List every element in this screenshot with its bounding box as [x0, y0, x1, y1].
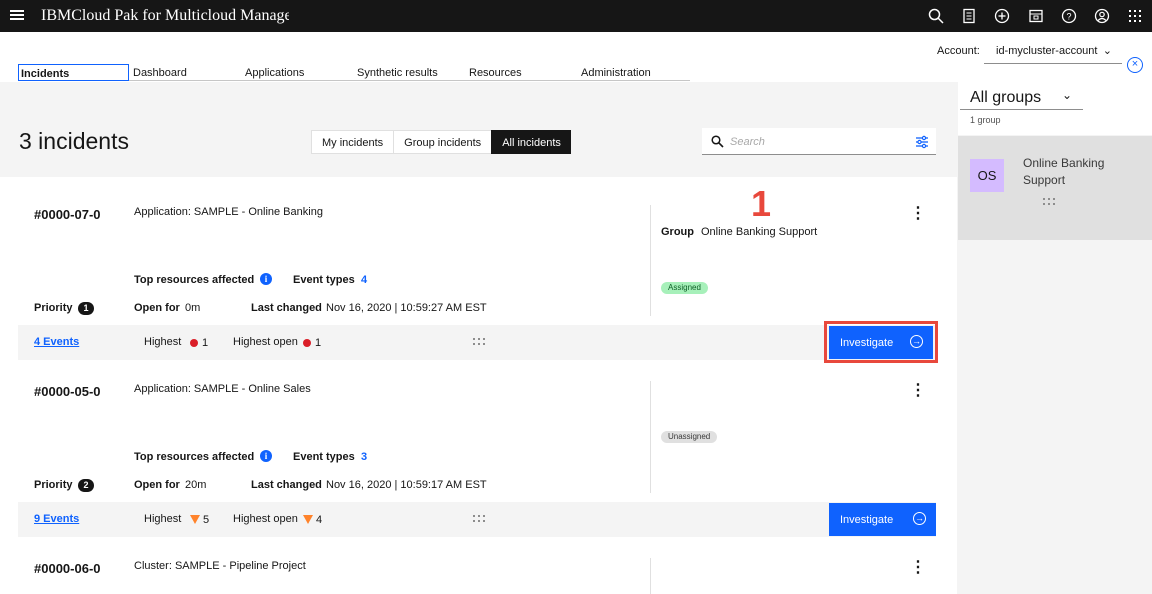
investigate-button[interactable]: Investigate → — [829, 503, 936, 536]
arrow-right-icon: → — [910, 335, 923, 348]
search-icon — [711, 135, 724, 148]
group-avatar: OS — [970, 159, 1004, 192]
highest-open-label: Highest open — [233, 336, 298, 348]
chevron-down-icon: ⌄ — [1102, 45, 1112, 57]
incident-id[interactable]: #0000-05-0 — [34, 384, 101, 399]
incident-filter-switcher: My incidents Group incidents All inciden… — [311, 130, 571, 154]
open-for-label: Open for — [134, 302, 180, 314]
event-types-count: 3 — [361, 451, 368, 463]
major-severity-icon — [190, 515, 200, 524]
open-for-label: Open for — [134, 479, 180, 491]
tab-incidents[interactable]: Incidents — [18, 64, 129, 81]
filter-my-incidents[interactable]: My incidents — [311, 130, 394, 154]
last-changed-label: Last changed — [251, 479, 322, 491]
group-card-name: Online Banking Support — [1023, 156, 1105, 187]
top-bar: IBMCloud Pak for Multicloud Managem ? — [0, 0, 1152, 32]
filter-settings-icon[interactable] — [915, 135, 929, 149]
groups-select[interactable]: All groups ⌄ — [960, 86, 1083, 110]
overflow-menu-icon[interactable]: ⋮ — [910, 560, 926, 576]
info-icon[interactable]: i — [260, 450, 272, 462]
app-switcher-icon[interactable] — [1127, 8, 1143, 24]
search-box: Search — [702, 128, 936, 155]
top-resources-label: Top resources affected — [134, 451, 255, 463]
highest-value: 1 — [202, 337, 209, 349]
overflow-menu-icon[interactable]: ⋮ — [910, 206, 926, 222]
divider — [650, 205, 651, 316]
incident-application: Application: SAMPLE - Online Banking — [134, 206, 323, 218]
last-changed-label: Last changed — [251, 302, 322, 314]
tab-administration[interactable]: Administration — [579, 64, 651, 81]
priority-badge: 2 — [78, 479, 94, 492]
critical-severity-icon — [303, 339, 311, 347]
open-for-value: 20m — [185, 479, 207, 491]
priority-label: Priority — [34, 302, 73, 314]
highest-value: 5 — [203, 514, 210, 526]
tab-dashboard[interactable]: Dashboard — [131, 64, 187, 81]
drag-handle-icon[interactable] — [473, 515, 487, 525]
add-circle-icon[interactable] — [994, 8, 1010, 24]
investigate-button-label: Investigate — [840, 514, 894, 526]
step-annotation-number: 1 — [751, 183, 772, 224]
tab-resources[interactable]: Resources — [467, 64, 522, 81]
last-changed-value: Nov 16, 2020 | 10:59:27 AM EST — [326, 302, 487, 314]
open-for-value: 0m — [185, 302, 201, 314]
divider — [650, 381, 651, 493]
group-value: Online Banking Support — [701, 226, 818, 238]
user-avatar-icon[interactable] — [1094, 8, 1110, 24]
groups-count: 1 group — [970, 115, 1001, 125]
help-icon[interactable]: ? — [1061, 8, 1077, 24]
documentation-icon[interactable] — [961, 8, 977, 24]
priority-badge: 1 — [78, 302, 94, 315]
events-link[interactable]: 9 Events — [34, 513, 79, 525]
close-icon[interactable]: × — [1127, 57, 1143, 73]
app-title: IBMCloud Pak for Multicloud Managem — [41, 7, 289, 24]
priority-label: Priority — [34, 479, 73, 491]
highest-label: Highest — [144, 336, 182, 348]
event-types-count: 4 — [361, 274, 368, 286]
search-icon[interactable] — [928, 8, 944, 24]
incident-application: Cluster: SAMPLE - Pipeline Project — [134, 560, 306, 572]
info-icon[interactable]: i — [260, 273, 272, 285]
investigate-button[interactable]: Investigate → — [829, 326, 933, 359]
nav-tabs: Incidents Dashboard Applications Synthet… — [18, 64, 690, 81]
highest-label: Highest — [144, 513, 182, 525]
major-severity-icon — [303, 515, 313, 524]
event-types-label: Event types — [293, 274, 355, 286]
highest-open-value: 1 — [315, 337, 322, 349]
account-value: id-mycluster-account — [996, 45, 1098, 57]
group-label: Group — [661, 226, 694, 238]
tab-applications[interactable]: Applications — [243, 64, 304, 81]
overflow-menu-icon[interactable]: ⋮ — [910, 383, 926, 399]
incident-id[interactable]: #0000-07-0 — [34, 207, 101, 222]
page-title: 3 incidents — [19, 128, 129, 154]
event-types-label: Event types — [293, 451, 355, 463]
divider — [650, 558, 651, 594]
tab-synthetic-results[interactable]: Synthetic results — [355, 64, 438, 81]
drag-handle-icon[interactable] — [1043, 198, 1057, 208]
top-resources-label: Top resources affected — [134, 274, 255, 286]
status-badge: Assigned — [661, 282, 708, 294]
groups-select-value: All groups — [970, 89, 1042, 106]
incident-application: Application: SAMPLE - Online Sales — [134, 383, 311, 395]
highest-open-value: 4 — [316, 514, 323, 526]
filter-all-incidents[interactable]: All incidents — [491, 130, 571, 154]
investigate-button-label: Investigate — [840, 337, 894, 349]
calendar-icon[interactable] — [1028, 8, 1044, 24]
drag-handle-icon[interactable] — [473, 338, 487, 348]
search-input[interactable]: Search — [730, 136, 765, 148]
highest-open-label: Highest open — [233, 513, 298, 525]
critical-severity-icon — [190, 339, 198, 347]
status-badge: Unassigned — [661, 431, 718, 443]
account-label: Account: — [937, 45, 980, 57]
arrow-right-icon: → — [913, 512, 926, 525]
chevron-down-icon: ⌄ — [1062, 88, 1073, 102]
last-changed-value: Nov 16, 2020 | 10:59:17 AM EST — [326, 479, 487, 491]
svg-text:?: ? — [1066, 12, 1071, 22]
filter-group-incidents[interactable]: Group incidents — [393, 130, 492, 154]
account-select[interactable]: id-mycluster-account ⌄ — [984, 40, 1122, 64]
hamburger-menu-icon[interactable] — [10, 8, 24, 24]
events-link[interactable]: 4 Events — [34, 336, 79, 348]
incident-id[interactable]: #0000-06-0 — [34, 561, 101, 576]
